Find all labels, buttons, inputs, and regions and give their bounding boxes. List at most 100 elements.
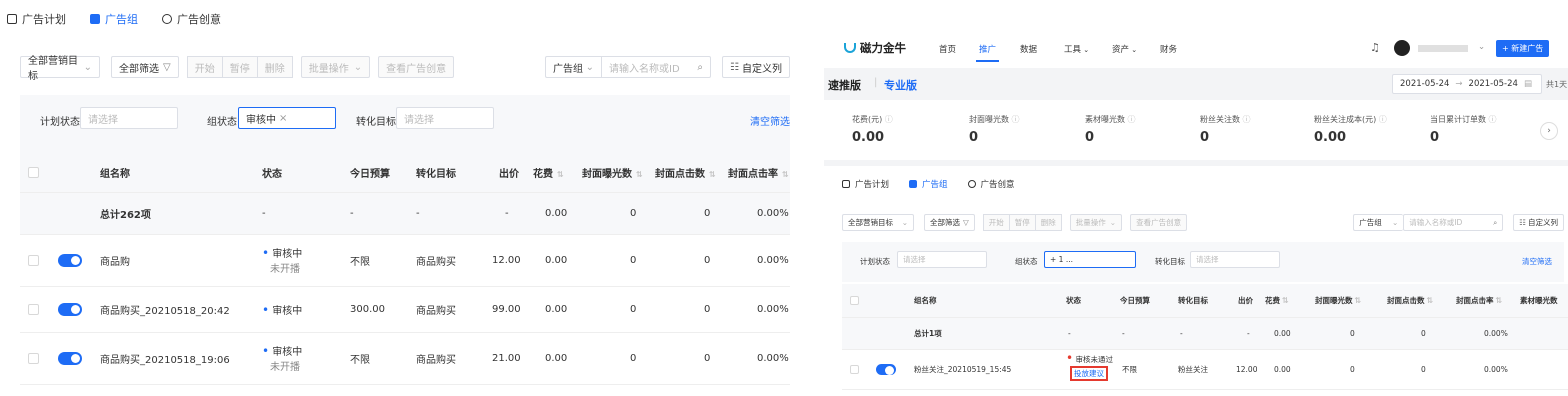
marketing-target-select[interactable]: 全部营销目标 ⌄	[20, 56, 100, 82]
search-scope-select[interactable]: 广告组 ⌄	[1353, 214, 1404, 231]
group-name[interactable]: 粉丝关注_20210519_15:45	[914, 364, 1011, 375]
tab-ad-creative[interactable]: 广告创意	[162, 11, 221, 27]
metric-card[interactable]: 封面曝光数 ⓘ 0	[969, 114, 1020, 145]
clear-filter-link[interactable]: 清空筛选	[750, 113, 790, 128]
tab-ad-creative[interactable]: 广告创意	[967, 178, 1015, 190]
column-header: 封面点击数	[655, 169, 705, 180]
column-header: 出价	[499, 169, 519, 180]
sort-icon: ⇅	[1426, 296, 1434, 305]
metric-card[interactable]: 花费(元) ⓘ 0.00	[852, 114, 893, 145]
table-cell: 商品购买	[416, 306, 456, 317]
search-input[interactable]: 请输入名称或ID ⌕	[1403, 214, 1504, 231]
plan-status-select[interactable]: 请选择	[80, 107, 178, 129]
chevron-down-icon[interactable]: ⌄	[1478, 42, 1485, 52]
select-value: 广告组	[553, 63, 584, 75]
table-row[interactable]: 粉丝关注_20210519_15:45 • 审核未通过 投放建议 不限 粉丝关注…	[842, 350, 1568, 390]
view-creative-button[interactable]: 查看广告创意	[1130, 214, 1188, 231]
column-header-sortable[interactable]: 花费 ⇅	[1265, 295, 1289, 306]
status-toggle[interactable]	[876, 364, 896, 375]
row-checkbox[interactable]	[28, 255, 39, 266]
column-header-sortable[interactable]: 封面点击数 ⇅	[655, 165, 716, 180]
column-header-sortable[interactable]: 花费 ⇅	[533, 165, 564, 180]
marketing-target-select[interactable]: 全部营销目标 ⌄	[842, 214, 914, 231]
column-header: 状态	[1066, 296, 1081, 305]
column-header-sortable[interactable]: 封面点击数 ⇅	[1387, 295, 1433, 306]
conversion-target-select[interactable]: 请选择	[396, 107, 494, 129]
tab-ad-group[interactable]: 广告组	[90, 11, 138, 27]
delivery-suggestion-link[interactable]: 投放建议	[1070, 366, 1108, 381]
column-header-sortable[interactable]: 封面曝光数 ⇅	[1315, 295, 1361, 306]
column-header-sortable[interactable]: 封面点击率 ⇅	[728, 165, 789, 180]
clear-filter-link[interactable]: 清空筛选	[1522, 256, 1552, 267]
delete-button[interactable]: 删除	[256, 56, 293, 78]
mode-fast-tab[interactable]: 速推版	[828, 77, 861, 93]
group-name[interactable]: 商品购买_20210518_20:42	[100, 302, 230, 317]
delete-button[interactable]: 删除	[1034, 214, 1062, 231]
metric-card[interactable]: 粉丝关注成本(元) ⓘ 0.00	[1314, 114, 1387, 145]
pause-button[interactable]: 暂停	[1008, 214, 1036, 231]
custom-columns-button[interactable]: ☷ 自定义列	[722, 56, 790, 78]
tab-ad-group[interactable]: 广告组	[909, 178, 948, 190]
tab-ad-plan[interactable]: 广告计划	[842, 178, 889, 190]
brand-logo[interactable]: 磁力金牛	[844, 40, 906, 56]
table-cell: -	[505, 208, 509, 219]
all-filter-button[interactable]: 全部筛选 ▽	[924, 214, 975, 231]
conversion-target-select[interactable]: 请选择	[1190, 251, 1280, 268]
chevron-right-icon[interactable]: ›	[1540, 122, 1558, 140]
date-range-picker[interactable]: 2021-05-24 → 2021-05-24 ▤	[1392, 74, 1542, 94]
plan-status-select[interactable]: 请选择	[897, 251, 987, 268]
tab-ad-plan[interactable]: 广告计划	[7, 11, 66, 27]
metric-card[interactable]: 粉丝关注数 ⓘ 0	[1200, 114, 1251, 145]
start-button[interactable]: 开始	[186, 56, 223, 78]
toolbar: 全部营销目标 ⌄ 全部筛选 ▽ 开始 暂停 删除 批量操作 ⌄ 查看广告创意 广…	[20, 56, 790, 82]
bell-icon[interactable]: ♫	[1370, 41, 1380, 54]
nav-item-data[interactable]: 数据	[1020, 43, 1037, 55]
table-cell: -	[350, 208, 354, 219]
table-cell: -	[1247, 329, 1250, 338]
view-creative-button[interactable]: 查看广告创意	[378, 56, 455, 78]
nav-item-finance[interactable]: 财务	[1160, 43, 1177, 55]
metric-card[interactable]: 当日累计订单数 ⓘ 0	[1430, 114, 1497, 145]
new-ad-button[interactable]: + 新建广告	[1496, 40, 1550, 57]
custom-columns-button[interactable]: ☷ 自定义列	[1513, 214, 1564, 231]
table-cell: 0.00%	[757, 208, 789, 219]
group-name[interactable]: 商品购买_20210518_19:06	[100, 351, 230, 366]
nav-item-tools[interactable]: 工具 ⌄	[1064, 43, 1089, 55]
status-toggle[interactable]	[58, 352, 82, 365]
column-header-sortable[interactable]: 封面点击率 ⇅	[1456, 295, 1502, 306]
chevron-down-icon: ⌄	[1081, 46, 1090, 54]
all-filter-button[interactable]: 全部筛选 ▽	[111, 56, 179, 78]
table-row[interactable]: 商品购买_20210518_19:06 • 审核中 未开播 不限 商品购买 21.…	[20, 333, 790, 385]
nav-item-home[interactable]: 首页	[939, 43, 956, 55]
start-button[interactable]: 开始	[982, 214, 1010, 231]
select-all-checkbox[interactable]	[28, 167, 39, 178]
batch-operation-button[interactable]: 批量操作 ⌄	[300, 56, 371, 78]
nav-item-assets[interactable]: 资产 ⌄	[1112, 43, 1137, 55]
mode-pro-tab[interactable]: 专业版	[884, 77, 917, 93]
table-row[interactable]: 商品购买_20210518_20:42 • 审核中 300.00 商品购买 99…	[20, 287, 790, 333]
group-status-select[interactable]: + 1 ...	[1044, 251, 1136, 268]
group-name[interactable]: 商品购	[100, 253, 130, 268]
nav-item-promote[interactable]: 推广	[975, 43, 1000, 62]
column-header-sortable[interactable]: 封面曝光数 ⇅	[582, 165, 643, 180]
row-checkbox[interactable]	[28, 353, 39, 364]
table-row[interactable]: 商品购 • 审核中 未开播 不限 商品购买 12.00 0.00 0 0 0.00…	[20, 235, 790, 287]
status-toggle[interactable]	[58, 254, 82, 267]
metric-card[interactable]: 素材曝光数 ⓘ 0	[1085, 114, 1136, 145]
close-icon[interactable]: ×	[279, 113, 287, 124]
filter-panel: 计划状态 请选择 组状态 审核中 × 转化目标 请选择 清空筛选	[20, 95, 790, 155]
status-toggle[interactable]	[58, 303, 82, 316]
status-sub: 未开播	[270, 362, 300, 373]
pause-button[interactable]: 暂停	[221, 56, 258, 78]
search-input[interactable]: 请输入名称或ID ⌕	[601, 56, 712, 78]
batch-operation-button[interactable]: 批量操作 ⌄	[1069, 214, 1123, 231]
metric-label: 粉丝关注数	[1200, 115, 1240, 124]
metric-label: 粉丝关注成本(元)	[1314, 115, 1377, 124]
select-all-checkbox[interactable]	[850, 296, 859, 305]
row-checkbox[interactable]	[28, 304, 39, 315]
avatar[interactable]	[1394, 40, 1410, 56]
group-status-select[interactable]: 审核中 ×	[238, 107, 336, 129]
search-scope-select[interactable]: 广告组 ⌄	[545, 56, 602, 78]
row-checkbox[interactable]	[850, 365, 859, 374]
table-cell: -	[1180, 329, 1183, 338]
